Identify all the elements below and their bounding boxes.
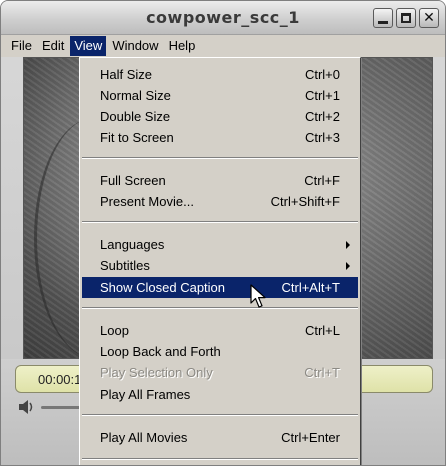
window-buttons: ✕ <box>373 8 439 28</box>
menu-item-shortcut: Ctrl+Shift+F <box>270 194 340 209</box>
menu-item-label: Normal Size <box>100 88 171 103</box>
menu-item-languages[interactable]: Languages <box>82 234 358 255</box>
menu-bar: File Edit View Window Help <box>1 35 445 57</box>
menu-item-label: Loop <box>100 323 129 338</box>
menu-item-half-size[interactable]: Half Size Ctrl+0 <box>82 64 358 85</box>
menu-item-shortcut: Ctrl+L <box>304 323 340 338</box>
minimize-icon <box>378 20 388 24</box>
menu-item-shortcut: Ctrl+1 <box>304 88 340 103</box>
menu-item-show-closed-caption[interactable]: Show Closed Caption Ctrl+Alt+T <box>82 277 358 298</box>
menu-item-shortcut: Ctrl+F <box>304 173 340 188</box>
menu-item-fit-to-screen[interactable]: Fit to Screen Ctrl+3 <box>82 127 358 148</box>
minimize-button[interactable] <box>373 8 393 28</box>
menu-item-label: Subtitles <box>100 258 150 273</box>
menu-item-play-all-frames[interactable]: Play All Frames <box>82 384 358 405</box>
menu-item-label: Double Size <box>100 109 171 124</box>
menu-item-double-size[interactable]: Double Size Ctrl+2 <box>82 106 358 127</box>
menu-item-label: Languages <box>100 237 165 252</box>
menu-edit[interactable]: Edit <box>38 36 68 56</box>
menu-item-shortcut: Ctrl+Alt+T <box>281 280 340 295</box>
menu-separator <box>82 414 358 416</box>
speaker-icon[interactable] <box>17 399 37 415</box>
menu-item-present-movie[interactable]: Present Movie... Ctrl+Shift+F <box>82 191 358 212</box>
menu-item-label: Play Selection Only <box>100 365 213 380</box>
menu-item-play-selection-only: Play Selection Only Ctrl+T <box>82 362 358 383</box>
menu-item-shortcut: Ctrl+2 <box>304 109 340 124</box>
menu-separator <box>82 458 358 460</box>
menu-item-full-screen[interactable]: Full Screen Ctrl+F <box>82 170 358 191</box>
submenu-arrow-icon <box>346 241 350 249</box>
menu-item-shortcut: Ctrl+Enter <box>281 430 340 445</box>
menu-item-label: Play All Frames <box>100 387 191 402</box>
menu-window[interactable]: Window <box>108 36 162 56</box>
menu-item-play-all-movies[interactable]: Play All Movies Ctrl+Enter <box>82 427 358 448</box>
menu-item-shortcut: Ctrl+T <box>304 365 340 380</box>
menu-item-loop-back-and-forth[interactable]: Loop Back and Forth <box>82 341 358 362</box>
menu-item-label: Show Closed Caption <box>100 280 226 295</box>
menu-separator <box>82 221 358 223</box>
menu-file[interactable]: File <box>7 36 36 56</box>
menu-item-shortcut: Ctrl+3 <box>304 130 340 145</box>
menu-item-label: Half Size <box>100 67 153 82</box>
menu-item-label: Full Screen <box>100 173 166 188</box>
menu-item-label: Loop Back and Forth <box>100 344 221 359</box>
maximize-icon <box>401 13 411 23</box>
menu-item-label: Play All Movies <box>100 430 188 445</box>
quicktime-window: cowpower_scc_1 ✕ File Edit View Window H… <box>0 0 446 466</box>
mouse-pointer-icon <box>250 284 266 308</box>
view-menu-dropdown: Half Size Ctrl+0 Normal Size Ctrl+1 Doub… <box>79 57 361 465</box>
menu-view[interactable]: View <box>70 36 107 56</box>
menu-separator <box>82 307 358 309</box>
maximize-button[interactable] <box>396 8 416 28</box>
close-icon: ✕ <box>423 10 435 26</box>
menu-separator <box>82 157 358 159</box>
menu-item-label: Fit to Screen <box>100 130 174 145</box>
menu-item-subtitles[interactable]: Subtitles <box>82 255 358 276</box>
menu-item-shortcut: Ctrl+0 <box>304 67 340 82</box>
menu-item-loop[interactable]: Loop Ctrl+L <box>82 320 358 341</box>
submenu-arrow-icon <box>346 262 350 270</box>
title-bar[interactable]: cowpower_scc_1 ✕ <box>1 1 445 35</box>
menu-help[interactable]: Help <box>165 36 200 56</box>
close-button[interactable]: ✕ <box>419 8 439 28</box>
menu-item-label: Present Movie... <box>100 194 194 209</box>
time-display: 00:00:1 <box>38 372 82 387</box>
menu-item-normal-size[interactable]: Normal Size Ctrl+1 <box>82 85 358 106</box>
